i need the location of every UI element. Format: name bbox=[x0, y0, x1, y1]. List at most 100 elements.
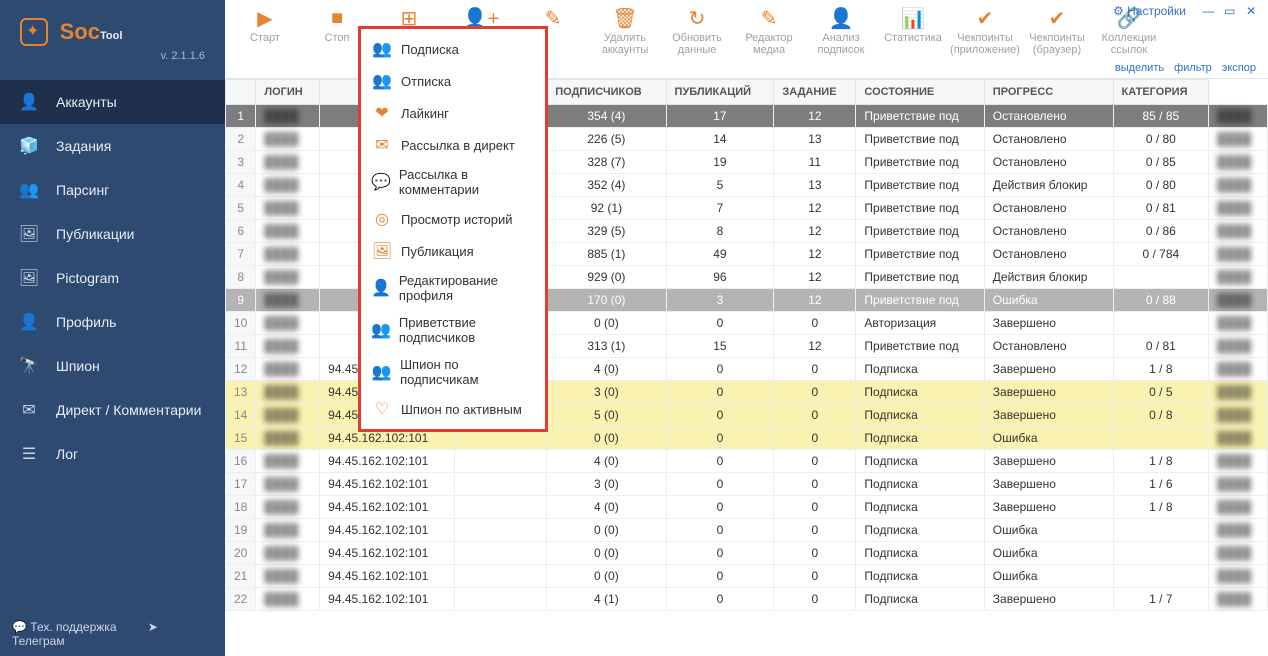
cell-subcount: 4 (0) bbox=[547, 450, 666, 473]
dropdown-item-icon: 👥 bbox=[371, 362, 392, 382]
dropdown-item-2[interactable]: ❤Лайкинг bbox=[361, 97, 545, 129]
cell-task: Подписка bbox=[856, 404, 984, 427]
col-header-6[interactable]: СОСТОЯНИЕ bbox=[856, 80, 984, 105]
sidebar-item-7[interactable]: ✉Директ / Комментарии bbox=[0, 388, 225, 432]
col-header-3[interactable]: ПОДПИСЧИКОВ bbox=[547, 80, 666, 105]
sidebar-item-0[interactable]: 👤Аккаунты bbox=[0, 80, 225, 124]
cell-progress: 0 / 5 bbox=[1113, 381, 1209, 404]
sidebar-item-icon: 👥 bbox=[18, 180, 40, 200]
toolbar-button-11[interactable]: ✔Чекпоинты (браузер) bbox=[1021, 6, 1093, 58]
table-row[interactable]: 19████94.45.162.102:1010 (0)00ПодпискаОш… bbox=[226, 519, 1268, 542]
cell-login: ████ bbox=[256, 151, 320, 174]
table-row[interactable]: 22████94.45.162.102:1014 (1)00ПодпискаЗа… bbox=[226, 588, 1268, 611]
col-header-8[interactable]: КАТЕГОРИЯ bbox=[1113, 80, 1209, 105]
dropdown-item-3[interactable]: ✉Рассылка в директ bbox=[361, 129, 545, 161]
dropdown-item-8[interactable]: 👥Приветствие подписчиков bbox=[361, 309, 545, 351]
cell-sub bbox=[455, 450, 547, 473]
close-button[interactable]: ✕ bbox=[1242, 4, 1260, 18]
row-number: 5 bbox=[226, 197, 256, 220]
table-row[interactable]: 21████94.45.162.102:1010 (0)00ПодпискаОш… bbox=[226, 565, 1268, 588]
sidebar-item-6[interactable]: 🔭Шпион bbox=[0, 344, 225, 388]
cell-task: Подписка bbox=[856, 358, 984, 381]
toolbar-button-5[interactable]: 🗑Удалить аккаунты bbox=[589, 6, 661, 58]
cell-task: Приветствие под bbox=[856, 128, 984, 151]
support-link[interactable]: 💬 Тех. поддержка bbox=[12, 620, 131, 634]
settings-button[interactable]: ⚙ Настройки bbox=[1113, 4, 1186, 18]
toolbar-button-6[interactable]: ↻Обновить данные bbox=[661, 6, 733, 58]
table-row[interactable]: 17████94.45.162.102:1013 (0)00ПодпискаЗа… bbox=[226, 473, 1268, 496]
row-number: 6 bbox=[226, 220, 256, 243]
toolbar-icon: 🗑 bbox=[589, 6, 661, 30]
cell-state: Завершено bbox=[984, 312, 1113, 335]
cell-login: ████ bbox=[256, 220, 320, 243]
cell-task: Подписка bbox=[856, 381, 984, 404]
table-row[interactable]: 20████94.45.162.102:1010 (0)00ПодпискаОш… bbox=[226, 542, 1268, 565]
sidebar-item-1[interactable]: 🧊Задания bbox=[0, 124, 225, 168]
toolbar-button-8[interactable]: 👤Анализ подписок bbox=[805, 6, 877, 58]
sidebar-item-label: Директ / Комментарии bbox=[56, 402, 201, 418]
cell-pub: 0 bbox=[774, 519, 856, 542]
cell-task: Приветствие под bbox=[856, 220, 984, 243]
sidebar-item-3[interactable]: 🖼Публикации bbox=[0, 212, 225, 256]
dropdown-item-1[interactable]: 👥Отписка bbox=[361, 65, 545, 97]
toolbar-button-7[interactable]: ✎Редактор медиа bbox=[733, 6, 805, 58]
subfilter-2[interactable]: экспор bbox=[1222, 62, 1256, 74]
cell-pub: 11 bbox=[774, 151, 856, 174]
cell-category: ████ bbox=[1209, 519, 1268, 542]
cell-pub: 13 bbox=[774, 174, 856, 197]
minimize-button[interactable]: — bbox=[1199, 4, 1217, 18]
logo-text-soc: Soc bbox=[60, 19, 100, 44]
subfilter-1[interactable]: фильтр bbox=[1174, 62, 1212, 74]
toolbar-button-10[interactable]: ✔Чекпоинты (приложение) bbox=[949, 6, 1021, 58]
cell-task: Подписка bbox=[856, 565, 984, 588]
col-header-7[interactable]: ПРОГРЕСС bbox=[984, 80, 1113, 105]
cell-followers: 17 bbox=[666, 105, 774, 128]
cell-task: Подписка bbox=[856, 496, 984, 519]
table-row[interactable]: 18████94.45.162.102:1014 (0)00ПодпискаЗа… bbox=[226, 496, 1268, 519]
dropdown-item-10[interactable]: ♡Шпион по активным bbox=[361, 393, 545, 425]
cell-pub: 0 bbox=[774, 473, 856, 496]
toolbar-label: Чекпоинты (браузер) bbox=[1021, 32, 1093, 58]
cell-state: Завершено bbox=[984, 404, 1113, 427]
sidebar-item-2[interactable]: 👥Парсинг bbox=[0, 168, 225, 212]
sidebar-item-5[interactable]: 👤Профиль bbox=[0, 300, 225, 344]
dropdown-item-label: Рассылка в директ bbox=[401, 138, 515, 153]
cell-state: Остановлено bbox=[984, 197, 1113, 220]
cell-login: ████ bbox=[256, 496, 320, 519]
dropdown-item-6[interactable]: 🖼Публикация bbox=[361, 235, 545, 267]
dropdown-item-5[interactable]: ◎Просмотр историй bbox=[361, 203, 545, 235]
subfilter-0[interactable]: выделить bbox=[1115, 62, 1164, 74]
cell-pub: 0 bbox=[774, 542, 856, 565]
cell-followers: 0 bbox=[666, 312, 774, 335]
cell-subcount: 352 (4) bbox=[547, 174, 666, 197]
sidebar-item-8[interactable]: ☰Лог bbox=[0, 432, 225, 476]
toolbar-button-0[interactable]: ▶Старт bbox=[229, 6, 301, 58]
maximize-button[interactable]: ▭ bbox=[1221, 4, 1239, 18]
cell-task: Подписка bbox=[856, 588, 984, 611]
cell-subcount: 5 (0) bbox=[547, 404, 666, 427]
col-header-5[interactable]: ЗАДАНИЕ bbox=[774, 80, 856, 105]
toolbar-button-9[interactable]: 📊Статистика bbox=[877, 6, 949, 58]
dropdown-item-9[interactable]: 👥Шпион по подписчикам bbox=[361, 351, 545, 393]
cell-category: ████ bbox=[1209, 565, 1268, 588]
dropdown-item-icon: ❤ bbox=[371, 103, 393, 123]
dropdown-item-4[interactable]: 💬Рассылка в комментарии bbox=[361, 161, 545, 203]
dropdown-item-0[interactable]: 👥Подписка bbox=[361, 33, 545, 65]
cell-state: Завершено bbox=[984, 588, 1113, 611]
cell-task: Приветствие под bbox=[856, 266, 984, 289]
row-number: 21 bbox=[226, 565, 256, 588]
table-row[interactable]: 16████94.45.162.102:1014 (0)00ПодпискаЗа… bbox=[226, 450, 1268, 473]
cell-pub: 12 bbox=[774, 220, 856, 243]
cell-state: Завершено bbox=[984, 358, 1113, 381]
dropdown-item-icon: 👥 bbox=[371, 71, 393, 91]
cell-pub: 0 bbox=[774, 450, 856, 473]
cell-state: Остановлено bbox=[984, 128, 1113, 151]
cell-login: ████ bbox=[256, 588, 320, 611]
col-header-4[interactable]: ПУБЛИКАЦИЙ bbox=[666, 80, 774, 105]
col-header-0[interactable]: ЛОГИН bbox=[256, 80, 320, 105]
sidebar-item-icon: 👤 bbox=[18, 312, 40, 332]
cell-subcount: 0 (0) bbox=[547, 542, 666, 565]
sidebar-item-4[interactable]: 🖼Pictogram bbox=[0, 256, 225, 300]
dropdown-item-7[interactable]: 👤Редактирование профиля bbox=[361, 267, 545, 309]
cell-state: Ошибка bbox=[984, 427, 1113, 450]
